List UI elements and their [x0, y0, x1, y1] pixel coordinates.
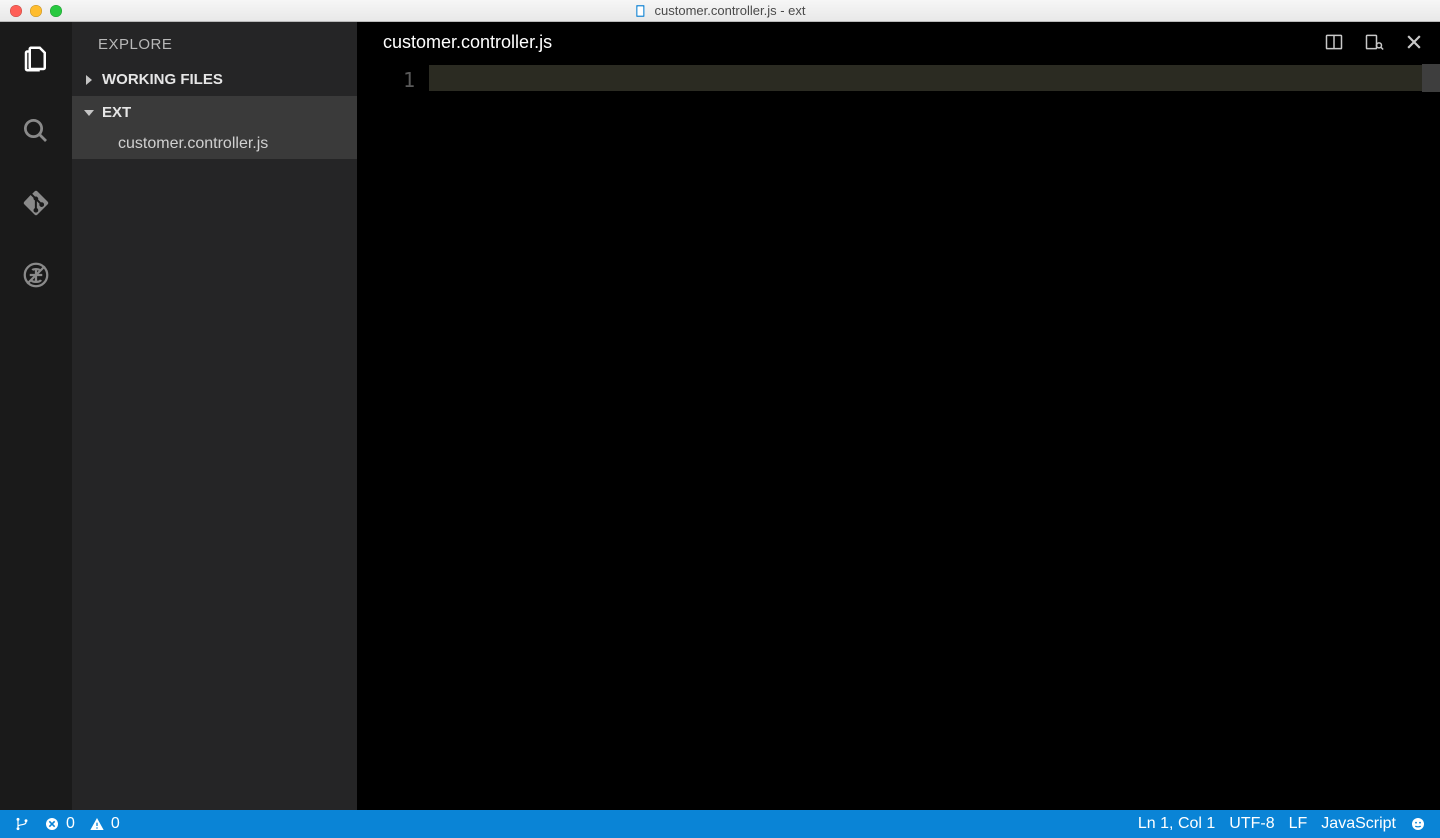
chevron-down-icon	[84, 108, 94, 118]
window-title-text: customer.controller.js - ext	[655, 3, 806, 18]
smiley-icon	[1410, 816, 1426, 832]
line-number: 1	[357, 68, 415, 92]
eol-text: LF	[1289, 815, 1308, 833]
eol-selector[interactable]: LF	[1289, 815, 1308, 833]
file-label: customer.controller.js	[118, 135, 268, 152]
app-root: EXPLORE WORKING FILES EXT customer.contr…	[0, 22, 1440, 810]
error-count: 0	[66, 815, 75, 833]
window-close-button[interactable]	[10, 5, 22, 17]
sidebar-title: EXPLORE	[72, 22, 357, 63]
current-line-highlight	[429, 65, 1422, 91]
section-label: WORKING FILES	[102, 71, 223, 88]
activity-search[interactable]	[21, 116, 51, 146]
git-icon	[21, 188, 51, 218]
warning-count: 0	[111, 815, 120, 833]
files-icon	[21, 44, 51, 74]
status-bar: 0 0 Ln 1, Col 1 UTF-8 LF JavaScript	[0, 810, 1440, 838]
window-titlebar: customer.controller.js - ext	[0, 0, 1440, 22]
close-icon	[1404, 32, 1424, 52]
activity-debug[interactable]	[21, 260, 51, 290]
errors-indicator[interactable]: 0	[44, 815, 75, 833]
scrollbar-thumb[interactable]	[1422, 64, 1440, 92]
status-left: 0 0	[14, 815, 120, 833]
branch-icon	[14, 816, 30, 832]
split-icon	[1324, 32, 1344, 52]
cursor-position-text: Ln 1, Col 1	[1138, 815, 1215, 833]
search-icon	[21, 116, 51, 146]
editor-viewport[interactable]	[429, 62, 1440, 810]
feedback-button[interactable]	[1410, 816, 1426, 832]
section-label: EXT	[102, 104, 131, 121]
encoding-text: UTF-8	[1229, 815, 1274, 833]
sidebar-explorer: EXPLORE WORKING FILES EXT customer.contr…	[72, 22, 357, 810]
language-selector[interactable]: JavaScript	[1321, 815, 1396, 833]
language-text: JavaScript	[1321, 815, 1396, 833]
code-editor[interactable]: 1	[357, 62, 1440, 810]
split-editor-button[interactable]	[1324, 32, 1344, 52]
editor-tab-title[interactable]: customer.controller.js	[383, 32, 552, 53]
section-ext[interactable]: EXT	[72, 96, 357, 129]
file-item-customer-controller[interactable]: customer.controller.js	[72, 129, 357, 159]
window-minimize-button[interactable]	[30, 5, 42, 17]
encoding-selector[interactable]: UTF-8	[1229, 815, 1274, 833]
warnings-indicator[interactable]: 0	[89, 815, 120, 833]
editor-actions	[1324, 32, 1424, 52]
window-title: customer.controller.js - ext	[635, 3, 806, 18]
cursor-position[interactable]: Ln 1, Col 1	[1138, 815, 1215, 833]
editor-group: customer.controller.js	[357, 22, 1440, 810]
error-icon	[44, 816, 60, 832]
activity-bar	[0, 22, 72, 810]
activity-explorer[interactable]	[21, 44, 51, 74]
git-branch-indicator[interactable]	[14, 816, 30, 832]
tab-row: customer.controller.js	[357, 22, 1440, 62]
close-editor-button[interactable]	[1404, 32, 1424, 52]
chevron-right-icon	[84, 75, 94, 85]
bug-off-icon	[21, 260, 51, 290]
file-icon	[635, 4, 649, 18]
window-controls	[10, 5, 62, 17]
preview-icon	[1364, 32, 1384, 52]
window-maximize-button[interactable]	[50, 5, 62, 17]
toggle-preview-button[interactable]	[1364, 32, 1384, 52]
section-working-files[interactable]: WORKING FILES	[72, 63, 357, 96]
status-right: Ln 1, Col 1 UTF-8 LF JavaScript	[1138, 815, 1426, 833]
activity-git[interactable]	[21, 188, 51, 218]
warning-icon	[89, 816, 105, 832]
line-gutter: 1	[357, 62, 429, 810]
